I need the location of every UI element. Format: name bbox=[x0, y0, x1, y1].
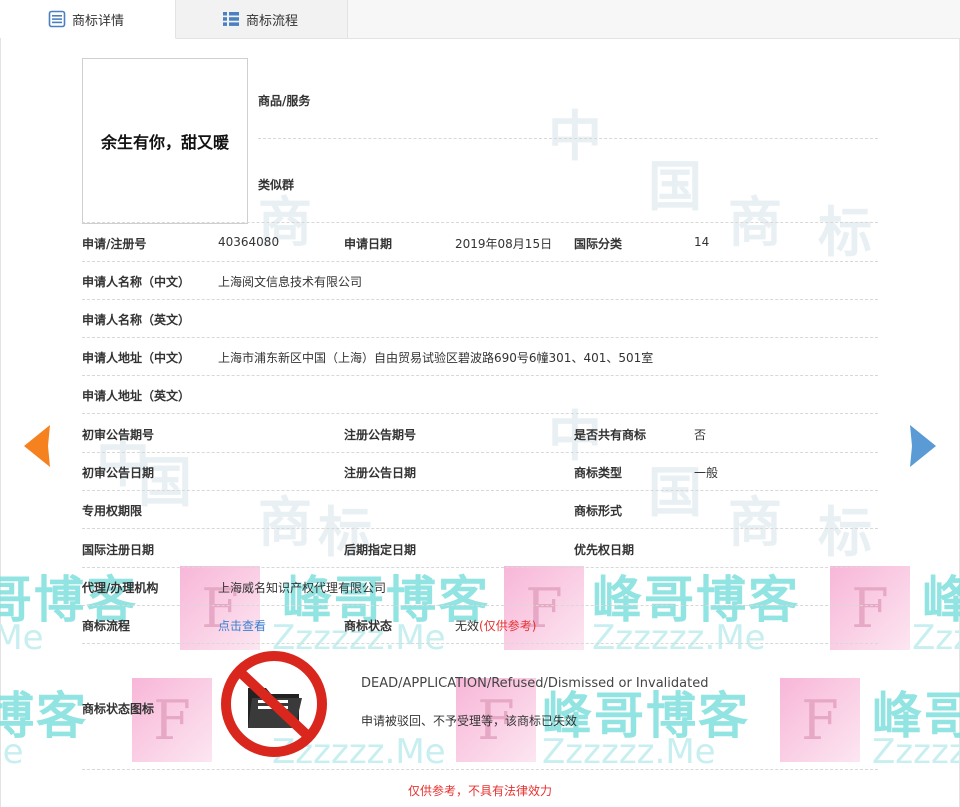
prelim-date-label: 初审公告日期 bbox=[82, 466, 155, 480]
no-folder-icon bbox=[221, 651, 327, 757]
mark-form-label: 商标形式 bbox=[574, 504, 623, 518]
priority-date-label: 优先权日期 bbox=[574, 543, 635, 557]
divider bbox=[82, 261, 878, 262]
tab-bar: 商标详情 商标流程 bbox=[0, 0, 960, 39]
status-icon-label: 商标状态图标 bbox=[82, 702, 155, 716]
divider bbox=[82, 567, 878, 568]
divider bbox=[82, 375, 878, 376]
intl-class-label: 国际分类 bbox=[574, 237, 623, 251]
prelim-no-label: 初审公告期号 bbox=[82, 428, 155, 442]
previous-arrow-icon[interactable] bbox=[18, 423, 54, 469]
intl-class-value: 14 bbox=[694, 235, 710, 249]
agent-label: 代理/办理机构 bbox=[82, 581, 159, 595]
status-note: (仅供参考) bbox=[479, 619, 537, 633]
divider bbox=[82, 643, 878, 644]
tab-trademark-process[interactable]: 商标流程 bbox=[176, 0, 348, 38]
divider bbox=[82, 299, 878, 300]
reg-no-value: 40364080 bbox=[218, 235, 280, 249]
mark-type-label: 商标类型 bbox=[574, 466, 623, 480]
reg-pub-date-label: 注册公告日期 bbox=[344, 466, 417, 480]
divider bbox=[82, 490, 878, 491]
shared-mark-label: 是否共有商标 bbox=[574, 428, 647, 442]
similar-group-label: 类似群 bbox=[258, 178, 295, 192]
divider bbox=[82, 337, 878, 338]
process-label: 商标流程 bbox=[82, 619, 131, 633]
tab-label: 商标流程 bbox=[246, 13, 299, 29]
applicant-cn-label: 申请人名称（中文） bbox=[82, 275, 191, 289]
status-text: 无效 bbox=[455, 619, 480, 633]
divider bbox=[82, 222, 878, 223]
agent-value: 上海威名知识产权代理有限公司 bbox=[218, 581, 387, 595]
mark-type-value: 一般 bbox=[694, 466, 719, 480]
divider bbox=[82, 413, 878, 414]
address-en-label: 申请人地址（英文） bbox=[82, 389, 191, 403]
address-cn-label: 申请人地址（中文） bbox=[82, 351, 191, 365]
reg-pub-no-label: 注册公告期号 bbox=[344, 428, 417, 442]
divider bbox=[258, 138, 878, 139]
status-english: DEAD/APPLICATION/Refused/Dismissed or In… bbox=[361, 676, 709, 691]
tab-trademark-details[interactable]: 商标详情 bbox=[0, 0, 176, 39]
view-process-link[interactable]: 点击查看 bbox=[218, 617, 266, 634]
divider bbox=[82, 528, 878, 529]
status-value: 无效(仅供参考) bbox=[455, 617, 536, 634]
address-cn-value: 上海市浦东新区中国（上海）自由贸易试验区碧波路690号6幢301、401、501… bbox=[218, 351, 654, 365]
reg-no-label: 申请/注册号 bbox=[82, 237, 147, 251]
divider bbox=[82, 605, 878, 606]
goods-services-label: 商品/服务 bbox=[258, 94, 311, 108]
status-label: 商标状态 bbox=[344, 619, 393, 633]
grid-list-icon bbox=[223, 12, 239, 26]
disclaimer-footer: 仅供参考，不具有法律效力 bbox=[407, 784, 552, 798]
applicant-cn-value: 上海阅文信息技术有限公司 bbox=[218, 275, 363, 289]
next-arrow-icon[interactable] bbox=[906, 423, 942, 469]
exclusive-period-label: 专用权期限 bbox=[82, 504, 143, 518]
status-chinese: 申请被驳回、不予受理等，该商标已失效 bbox=[361, 714, 578, 728]
later-designation-label: 后期指定日期 bbox=[344, 543, 417, 557]
trademark-image: 余生有你，甜又暖 bbox=[82, 58, 248, 224]
divider bbox=[82, 769, 878, 770]
apply-date-value: 2019年08月15日 bbox=[455, 237, 553, 251]
document-list-icon bbox=[48, 10, 66, 28]
trademark-image-text: 余生有你，甜又暖 bbox=[100, 133, 229, 152]
applicant-en-label: 申请人名称（英文） bbox=[82, 313, 191, 327]
apply-date-label: 申请日期 bbox=[344, 237, 393, 251]
divider bbox=[82, 452, 878, 453]
tab-label: 商标详情 bbox=[72, 13, 125, 29]
intl-reg-date-label: 国际注册日期 bbox=[82, 543, 155, 557]
shared-mark-value: 否 bbox=[694, 428, 707, 442]
